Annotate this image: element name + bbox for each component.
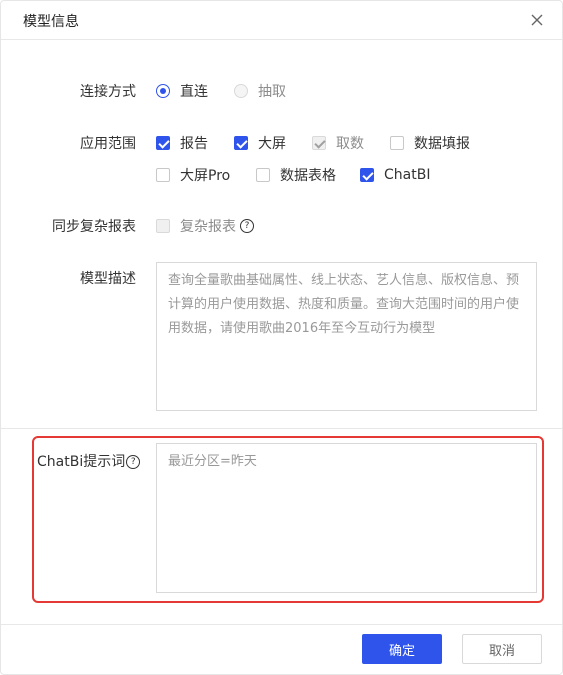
confirm-button[interactable]: 确定 bbox=[362, 634, 442, 664]
scope-option-data-entry-label: 数据填报 bbox=[414, 136, 470, 152]
checkbox-bigscreen[interactable] bbox=[234, 136, 248, 150]
checkbox-chatbi[interactable] bbox=[360, 168, 374, 182]
connection-option-direct-label: 直连 bbox=[180, 84, 208, 100]
footer-divider bbox=[1, 624, 562, 625]
annotation-highlight-box bbox=[32, 436, 544, 603]
scope-option-chatbi[interactable]: ChatBI bbox=[360, 165, 430, 185]
close-icon[interactable] bbox=[528, 11, 546, 29]
checkbox-data-entry[interactable] bbox=[390, 136, 404, 150]
checkbox-report[interactable] bbox=[156, 136, 170, 150]
connection-option-extract-label: 抽取 bbox=[258, 84, 286, 100]
sync-option-label: 复杂报表 bbox=[180, 219, 236, 235]
cancel-button[interactable]: 取消 bbox=[462, 634, 542, 664]
scope-option-report[interactable]: 报告 bbox=[156, 133, 208, 153]
scope-option-chatbi-label: ChatBI bbox=[384, 167, 431, 183]
connection-option-extract[interactable]: 抽取 bbox=[234, 81, 286, 101]
scope-option-report-label: 报告 bbox=[180, 136, 208, 152]
connection-option-direct[interactable]: 直连 bbox=[156, 81, 208, 101]
scope-option-data-table[interactable]: 数据表格 bbox=[256, 165, 336, 185]
scope-option-fetch[interactable]: 取数 bbox=[312, 133, 364, 153]
scope-option-bigscreen-label: 大屏 bbox=[258, 136, 286, 152]
connection-label: 连接方式 bbox=[80, 84, 136, 100]
dialog-header: 模型信息 bbox=[1, 1, 562, 40]
sync-label: 同步复杂报表 bbox=[52, 219, 136, 235]
section-divider bbox=[1, 428, 562, 429]
sync-option-complex-report[interactable]: 复杂报表 ? bbox=[156, 216, 254, 236]
checkbox-fetch[interactable] bbox=[312, 136, 326, 150]
scope-label: 应用范围 bbox=[80, 136, 136, 152]
scope-option-fetch-label: 取数 bbox=[336, 136, 364, 152]
dialog-title: 模型信息 bbox=[23, 14, 79, 30]
radio-direct[interactable] bbox=[156, 84, 170, 98]
model-info-dialog: 模型信息 连接方式 直连 抽取 应用范围 报告 大屏 取数 数据填报 大屏Pro… bbox=[0, 0, 563, 675]
scope-option-data-table-label: 数据表格 bbox=[280, 168, 336, 184]
scope-option-bigscreen-pro-label: 大屏Pro bbox=[180, 168, 231, 184]
checkbox-data-table[interactable] bbox=[256, 168, 270, 182]
checkbox-bigscreen-pro[interactable] bbox=[156, 168, 170, 182]
scope-option-data-entry[interactable]: 数据填报 bbox=[390, 133, 470, 153]
checkbox-complex-report[interactable] bbox=[156, 219, 170, 233]
description-textarea[interactable]: 查询全量歌曲基础属性、线上状态、艺人信息、版权信息、预计算的用户使用数据、热度和… bbox=[156, 262, 537, 411]
radio-extract[interactable] bbox=[234, 84, 248, 98]
question-circle-icon[interactable]: ? bbox=[240, 219, 254, 233]
description-label: 模型描述 bbox=[80, 271, 136, 287]
scope-option-bigscreen[interactable]: 大屏 bbox=[234, 133, 286, 153]
scope-option-bigscreen-pro[interactable]: 大屏Pro bbox=[156, 165, 230, 185]
